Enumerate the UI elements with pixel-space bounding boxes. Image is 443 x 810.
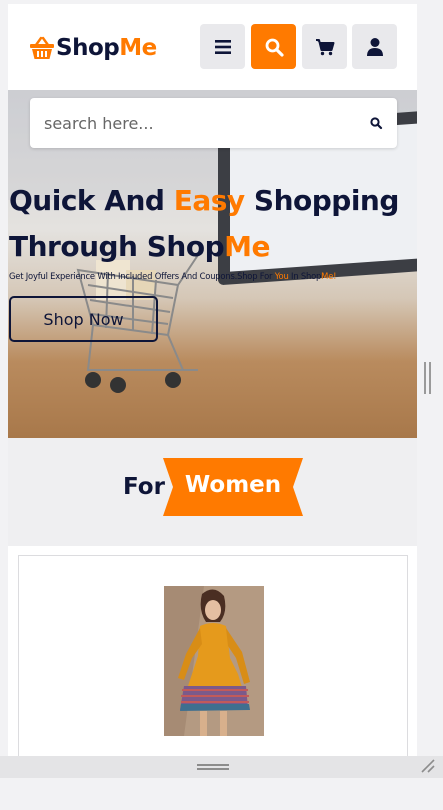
hero-title: Quick And Easy Shopping Through ShopMe <box>9 178 414 270</box>
product-card[interactable] <box>18 555 408 756</box>
cart-icon <box>315 38 334 55</box>
vertical-resize-handle[interactable] <box>424 362 431 394</box>
cart-button[interactable] <box>302 24 347 69</box>
basket-icon <box>30 36 54 59</box>
hero-title-accent2: Me <box>224 230 270 263</box>
shop-now-button[interactable]: Shop Now <box>9 296 158 342</box>
page-viewport: ShopMe search here... Quick And Easy Sho… <box>8 4 417 756</box>
site-header: ShopMe <box>8 4 417 90</box>
search-bar <box>30 98 397 148</box>
hero-banner: Quick And Easy Shopping Through ShopMe G… <box>8 90 417 438</box>
category-prefix: For <box>123 474 165 500</box>
hero-subtitle-part1: Get Joyful Experience With Included Offe… <box>9 271 275 281</box>
hero-title-part1: Quick And <box>9 184 174 217</box>
user-button[interactable] <box>352 24 397 69</box>
search-button[interactable] <box>251 24 296 69</box>
hero-subtitle-accent2: Me! <box>321 271 337 281</box>
logo-text-accent: Me <box>119 35 157 61</box>
search-icon[interactable] <box>369 116 383 130</box>
logo-text: ShopMe <box>56 35 157 61</box>
menu-icon <box>214 39 231 54</box>
category-label: Women <box>184 472 282 498</box>
hero-title-accent: Easy <box>173 184 245 217</box>
user-icon <box>366 37 383 56</box>
hero-subtitle-part2: In Shop <box>288 271 322 281</box>
product-section <box>8 546 417 756</box>
horizontal-resize-handle[interactable] <box>197 764 229 770</box>
logo[interactable]: ShopMe <box>28 30 157 66</box>
hero-subtitle-accent1: You <box>274 271 289 281</box>
menu-button[interactable] <box>200 24 245 69</box>
resize-corner-icon[interactable] <box>420 758 436 774</box>
hero-subtitle: Get Joyful Experience With Included Offe… <box>9 271 417 281</box>
search-icon <box>265 38 284 57</box>
product-image[interactable] <box>164 586 264 736</box>
search-input[interactable] <box>44 98 354 148</box>
category-heading: For Women <box>8 438 417 546</box>
logo-text-main: Shop <box>56 35 120 61</box>
browser-frame: ShopMe search here... Quick And Easy Sho… <box>0 0 443 810</box>
